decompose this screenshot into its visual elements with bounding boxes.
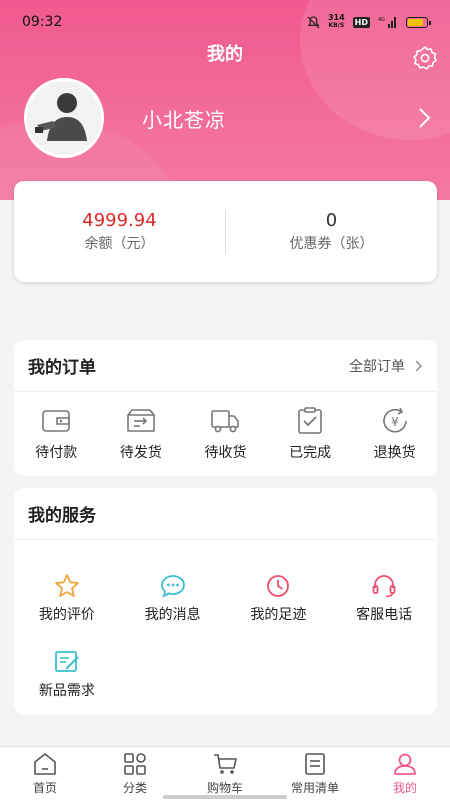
services-title: 我的服务 [28, 506, 96, 526]
yen-return-icon: ¥ [382, 407, 407, 433]
coupons-entry[interactable]: 0 优惠券（张） [226, 210, 437, 253]
clock-icon [267, 575, 290, 597]
star-icon [54, 574, 79, 597]
battery-icon [406, 16, 431, 28]
order-status-row: 待付款 待发货 待收货 已完成 ¥ 退换货 [14, 392, 437, 462]
tab-label: 常用清单 [290, 781, 339, 795]
category-icon [124, 753, 146, 775]
order-pending-shipment[interactable]: 待发货 [101, 406, 181, 462]
order-item-label: 退换货 [373, 445, 416, 461]
balance-value: 4999.94 [82, 210, 157, 231]
user-icon [394, 753, 416, 775]
wallet-icon [42, 410, 71, 432]
orders-title: 我的订单 [28, 358, 96, 378]
clipboard-check-icon [298, 407, 322, 434]
tab-mine[interactable]: 我的 [360, 747, 450, 800]
service-label: 新品需求 [38, 683, 95, 699]
services-card: 我的服务 我的评价 我的消息 我的足迹 客服电话 新品需求 [14, 488, 437, 715]
coupons-value: 0 [325, 210, 338, 231]
truck-icon [211, 410, 240, 433]
order-completed[interactable]: 已完成 [270, 406, 350, 462]
chevron-right-icon[interactable] [414, 106, 434, 130]
all-orders-label: 全部订单 [349, 358, 405, 375]
order-item-label: 待付款 [35, 445, 78, 461]
status-icons: 314 KB/S HD 4G [307, 14, 431, 30]
services-header: 我的服务 [14, 488, 437, 540]
net-speed-unit: KB/S [328, 22, 345, 29]
service-label: 客服电话 [356, 607, 413, 623]
avatar[interactable] [24, 78, 104, 158]
tab-label: 购物车 [206, 781, 243, 795]
tab-home[interactable]: 首页 [0, 747, 90, 800]
order-item-label: 已完成 [289, 445, 332, 461]
all-orders-link[interactable]: 全部订单 [349, 356, 423, 376]
bottom-tab-bar: 首页 分类 购物车 常用清单 我的 [0, 746, 450, 800]
orders-card: 我的订单 全部订单 待付款 待发货 待收货 已完成 ¥ 退换货 [14, 340, 437, 476]
avatar-image [27, 81, 101, 155]
order-item-label: 待收货 [204, 445, 247, 461]
orders-header: 我的订单 全部订单 [14, 340, 437, 392]
status-time: 09:32 [22, 14, 63, 30]
cart-icon [214, 754, 237, 774]
tab-label: 分类 [122, 781, 147, 795]
network-speed: 314 KB/S [328, 14, 345, 30]
service-label: 我的足迹 [250, 607, 307, 623]
chat-icon [160, 575, 185, 598]
home-indicator [163, 795, 287, 799]
order-pending-payment[interactable]: 待付款 [16, 406, 96, 462]
order-returns[interactable]: ¥ 退换货 [355, 406, 435, 462]
wallet-card: 4999.94 余额（元） 0 优惠券（张） [14, 181, 437, 282]
settings-button[interactable] [411, 44, 439, 72]
service-messages[interactable]: 我的消息 [120, 572, 226, 648]
svg-text:¥: ¥ [391, 415, 399, 429]
tab-label: 首页 [32, 781, 57, 795]
tab-cart[interactable]: 购物车 [180, 747, 270, 800]
status-bar: 09:32 314 KB/S HD 4G [0, 0, 450, 44]
service-label: 我的消息 [144, 607, 201, 623]
services-grid: 我的评价 我的消息 我的足迹 客服电话 新品需求 [14, 540, 437, 724]
balance-entry[interactable]: 4999.94 余额（元） [14, 210, 225, 253]
ship-box-icon [127, 409, 155, 432]
coupons-label: 优惠券（张） [289, 236, 374, 252]
order-item-label: 待发货 [119, 445, 162, 461]
tab-category[interactable]: 分类 [90, 747, 180, 800]
profile-row[interactable]: 小北苍凉 [24, 78, 434, 158]
gear-icon [413, 46, 437, 70]
balance-label: 余额（元） [84, 236, 155, 252]
list-icon [305, 753, 325, 775]
service-label: 我的评价 [38, 607, 95, 623]
tab-label: 我的 [392, 781, 417, 795]
service-customer-hotline[interactable]: 客服电话 [331, 572, 437, 648]
edit-note-icon [54, 651, 79, 672]
net-speed-value: 314 [327, 13, 345, 22]
home-icon [34, 753, 56, 775]
headset-icon [372, 575, 396, 598]
order-pending-receipt[interactable]: 待收货 [185, 406, 265, 462]
service-footprints[interactable]: 我的足迹 [226, 572, 332, 648]
mute-icon [307, 15, 320, 28]
service-new-product-request[interactable]: 新品需求 [14, 648, 120, 724]
signal-icon: 4G [378, 16, 396, 28]
chevron-right-icon [415, 360, 422, 371]
username[interactable]: 小北苍凉 [142, 104, 414, 133]
page-title: 我的 [207, 44, 243, 65]
service-reviews[interactable]: 我的评价 [14, 572, 120, 648]
tab-common-list[interactable]: 常用清单 [270, 747, 360, 800]
hd-badge: HD [352, 16, 370, 28]
signal-label: 4G [378, 17, 385, 23]
